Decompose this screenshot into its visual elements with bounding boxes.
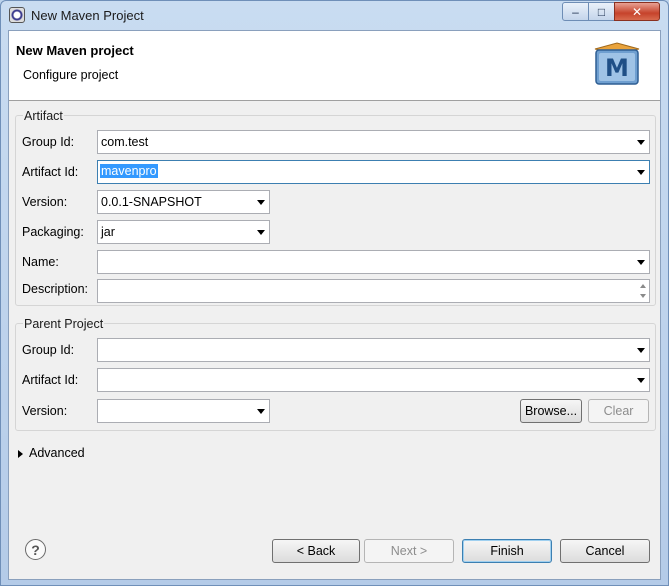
maximize-button[interactable]: □ — [588, 2, 615, 21]
version-value: 0.0.1-SNAPSHOT — [101, 195, 202, 209]
artifact-group-label: Artifact — [23, 109, 64, 123]
scroll-up-icon[interactable] — [640, 284, 646, 288]
group-id-combo[interactable]: com.test — [97, 130, 650, 154]
maven-logo-icon: M — [594, 42, 640, 85]
group-id-value: com.test — [101, 135, 149, 149]
chevron-down-icon[interactable] — [637, 348, 645, 353]
finish-button[interactable]: Finish — [462, 539, 552, 563]
expand-advanced-icon[interactable] — [18, 450, 23, 458]
close-icon: ✕ — [631, 4, 643, 19]
dialog-content: New Maven project Configure project M Ar… — [8, 30, 661, 580]
back-button[interactable]: < Back — [272, 539, 360, 563]
packaging-label: Packaging: — [22, 225, 84, 239]
description-textarea[interactable] — [97, 279, 650, 303]
help-icon[interactable]: ? — [25, 539, 46, 560]
advanced-section-label[interactable]: Advanced — [29, 446, 85, 460]
wizard-header: New Maven project Configure project M — [9, 31, 660, 101]
version-combo[interactable]: 0.0.1-SNAPSHOT — [97, 190, 270, 214]
next-button[interactable]: Next > — [364, 539, 454, 563]
cancel-button[interactable]: Cancel — [560, 539, 650, 563]
name-label: Name: — [22, 255, 59, 269]
maven-logo-letter: M — [605, 54, 629, 82]
parent-artifact-id-combo[interactable] — [97, 368, 650, 392]
browse-button[interactable]: Browse... — [520, 399, 582, 423]
eclipse-app-icon — [9, 7, 25, 23]
parent-project-group-label: Parent Project — [23, 317, 105, 331]
artifact-id-combo[interactable]: mavenpro — [97, 160, 650, 184]
chevron-down-icon[interactable] — [257, 409, 265, 414]
parent-group-id-label: Group Id: — [22, 343, 75, 357]
maximize-icon: □ — [597, 4, 606, 19]
name-combo[interactable] — [97, 250, 650, 274]
packaging-combo[interactable]: jar — [97, 220, 270, 244]
dialog-window: New Maven Project – □ ✕ New Maven projec… — [0, 0, 669, 586]
chevron-down-icon[interactable] — [637, 378, 645, 383]
packaging-value: jar — [101, 225, 115, 239]
chevron-down-icon[interactable] — [637, 140, 645, 145]
parent-group-id-combo[interactable] — [97, 338, 650, 362]
description-label: Description: — [22, 282, 88, 296]
group-id-label: Group Id: — [22, 135, 75, 149]
page-title: New Maven project — [16, 43, 134, 58]
artifact-id-label: Artifact Id: — [22, 165, 79, 179]
parent-artifact-id-label: Artifact Id: — [22, 373, 79, 387]
chevron-down-icon[interactable] — [257, 200, 265, 205]
window-title: New Maven Project — [31, 8, 144, 23]
artifact-id-value: mavenpro — [100, 164, 158, 178]
page-subtitle: Configure project — [23, 68, 119, 82]
chevron-down-icon[interactable] — [637, 170, 645, 175]
minimize-icon: – — [572, 4, 579, 19]
chevron-down-icon[interactable] — [257, 230, 265, 235]
parent-version-combo[interactable] — [97, 399, 270, 423]
chevron-down-icon[interactable] — [637, 260, 645, 265]
clear-button[interactable]: Clear — [588, 399, 649, 423]
minimize-button[interactable]: – — [562, 2, 589, 21]
close-button[interactable]: ✕ — [614, 2, 660, 21]
title-bar[interactable]: New Maven Project – □ ✕ — [1, 1, 668, 29]
scroll-down-icon[interactable] — [640, 294, 646, 298]
parent-version-label: Version: — [22, 404, 68, 418]
version-label: Version: — [22, 195, 68, 209]
